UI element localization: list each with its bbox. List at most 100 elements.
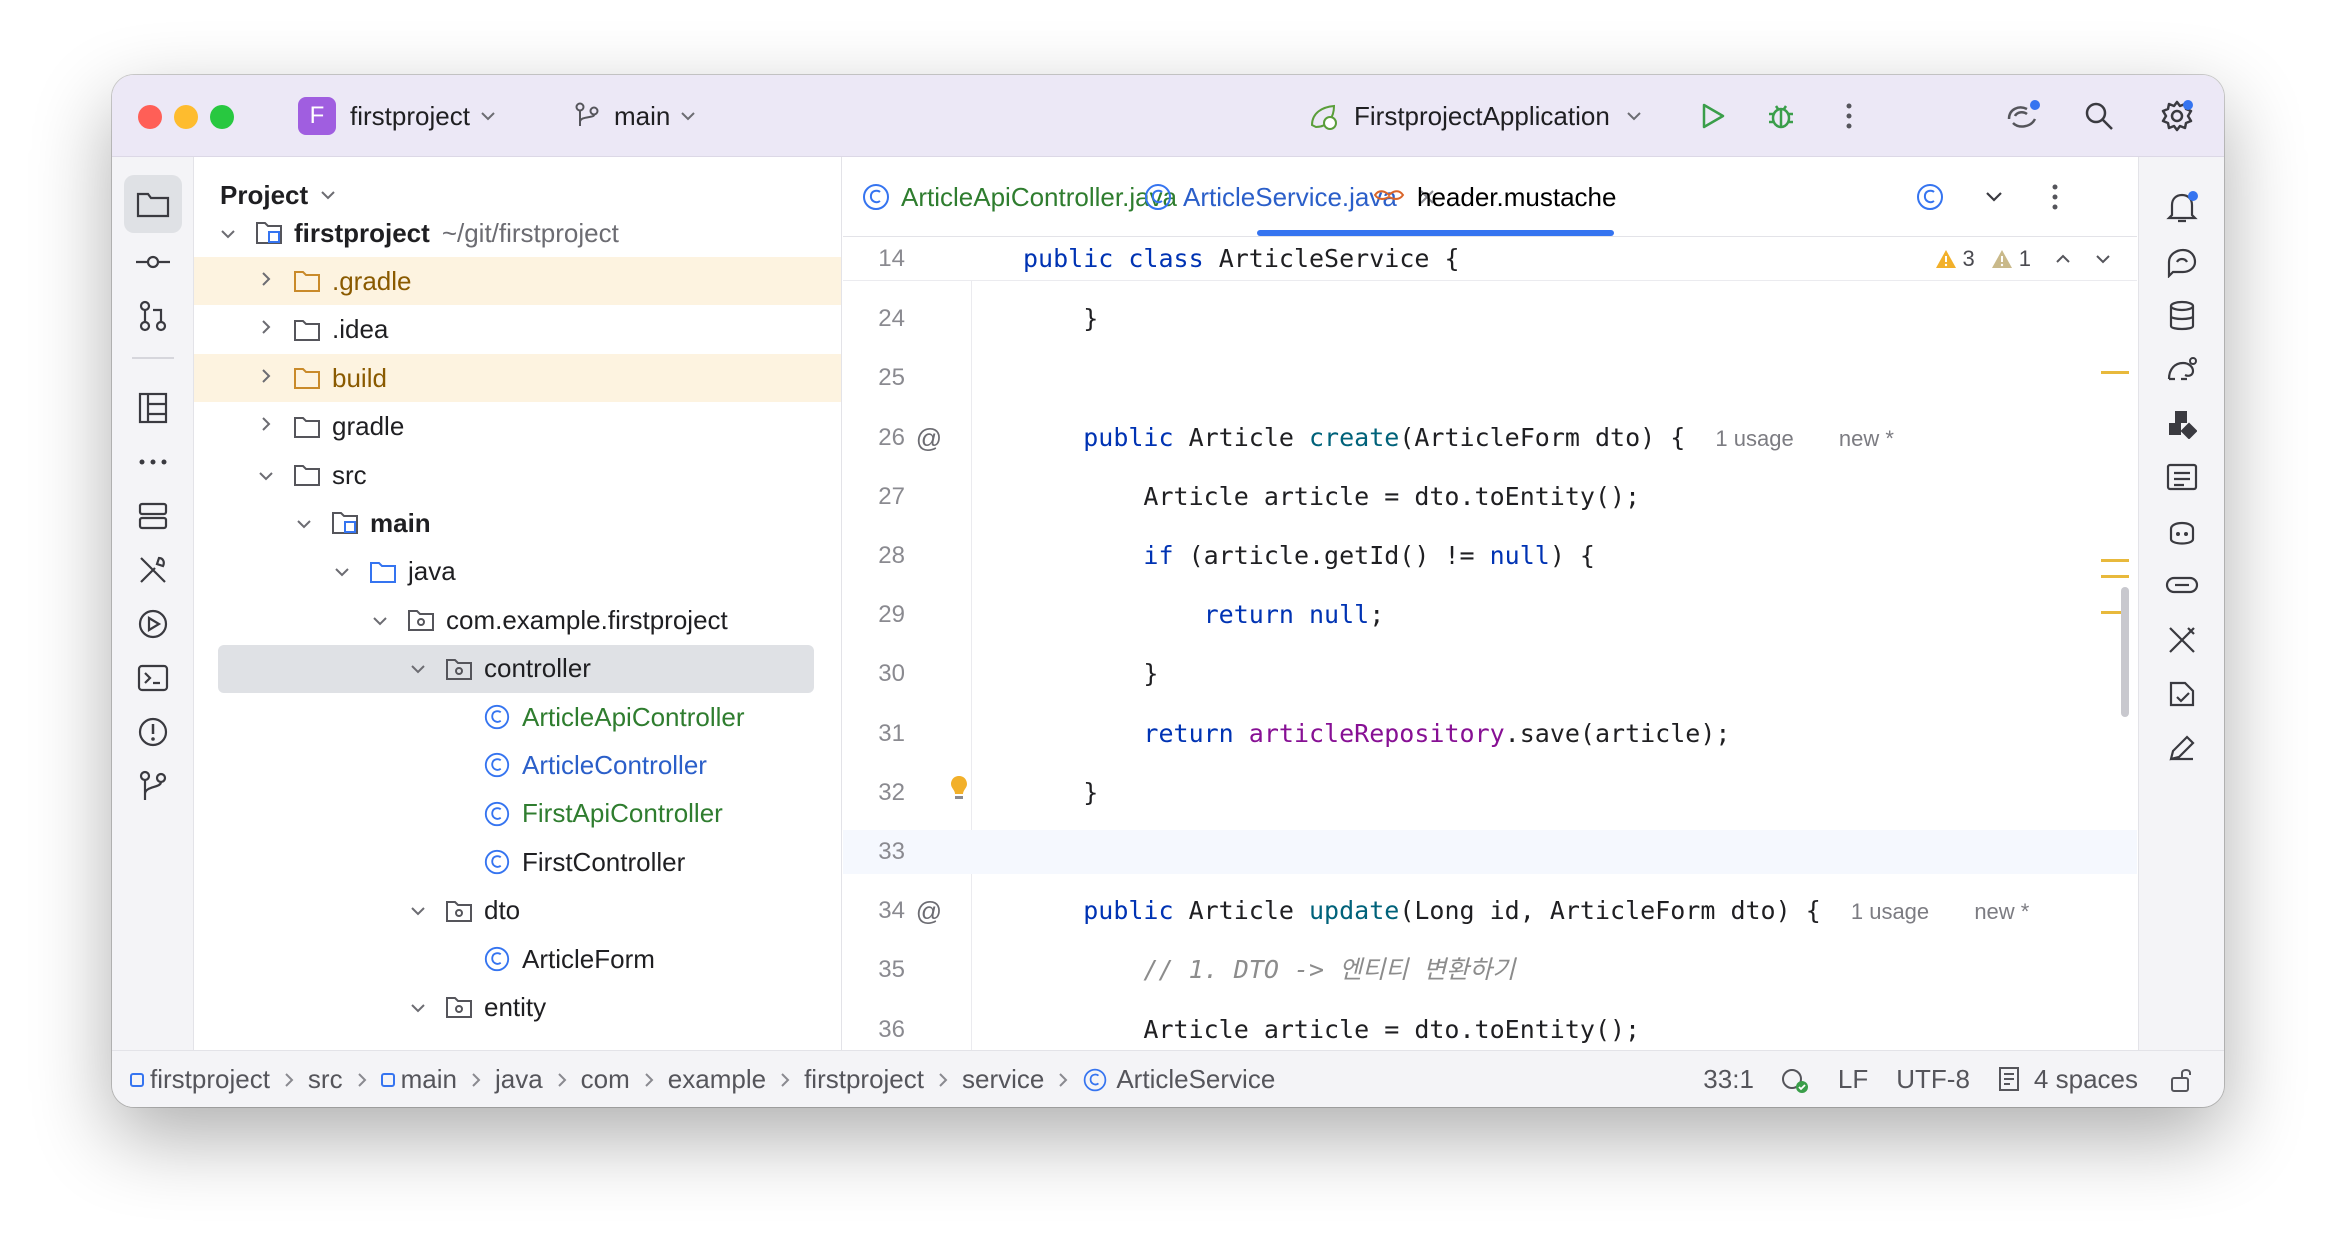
chevron-down-icon[interactable]: [408, 899, 428, 922]
intention-bulb-icon[interactable]: [939, 771, 979, 815]
sticky-line[interactable]: 14 public class ArticleService { 3 1: [843, 237, 2137, 281]
chevron-down-icon[interactable]: [408, 657, 428, 680]
warning-stripe[interactable]: [2101, 575, 2129, 578]
unlock-icon[interactable]: [2170, 1067, 2194, 1093]
maven-icon[interactable]: [2159, 401, 2205, 447]
chevron-right-icon[interactable]: [256, 367, 276, 390]
search-icon[interactable]: [2078, 95, 2120, 137]
tab-header-mustache[interactable]: header.mustache: [1373, 157, 1616, 237]
tree-item-gradle[interactable]: gradle: [194, 403, 841, 451]
close-window-button[interactable]: [138, 105, 162, 129]
minimize-window-button[interactable]: [174, 105, 198, 129]
code-line[interactable]: 36 Article article = dto.toEntity();: [843, 1008, 2137, 1050]
indent-setting[interactable]: 4 spaces: [2034, 1064, 2138, 1095]
tab-articleapicontroller[interactable]: ArticleApiController.java: [861, 157, 1177, 237]
breadcrumb-item[interactable]: src: [308, 1064, 343, 1095]
run-icon[interactable]: [1692, 95, 1734, 137]
tree-item-dto[interactable]: dto: [194, 887, 841, 935]
chevron-right-icon[interactable]: [256, 318, 276, 341]
chevron-down-icon[interactable]: [256, 464, 276, 487]
breadcrumb-item[interactable]: java: [495, 1064, 543, 1095]
problems-icon[interactable]: [124, 703, 182, 761]
ai-assistant-icon[interactable]: [2002, 95, 2044, 137]
breadcrumb-item[interactable]: com: [581, 1064, 630, 1095]
code-line[interactable]: 29 return null;: [843, 593, 2137, 637]
chevron-down-icon[interactable]: [218, 222, 238, 245]
notifications-icon[interactable]: [2159, 185, 2205, 231]
endpoints-icon[interactable]: [2159, 455, 2205, 501]
code-analysis-icon[interactable]: [1780, 1065, 1810, 1095]
code-line[interactable]: 30 }: [843, 652, 2137, 696]
structure-icon[interactable]: [124, 379, 182, 437]
warning-stripe[interactable]: [2101, 371, 2129, 374]
chevron-right-icon[interactable]: [256, 415, 276, 438]
editor-scrollbar[interactable]: [2121, 587, 2129, 717]
tree-item-main[interactable]: main: [194, 499, 841, 547]
zoom-window-button[interactable]: [210, 105, 234, 129]
code-line[interactable]: 32 }: [843, 771, 2137, 815]
breadcrumb-item[interactable]: service: [962, 1064, 1044, 1095]
edit-icon[interactable]: [2159, 725, 2205, 771]
tree-item-com-example-firstproject[interactable]: com.example.firstproject: [194, 596, 841, 644]
services-icon[interactable]: [124, 487, 182, 545]
pull-requests-icon[interactable]: [124, 287, 182, 345]
run-tool-icon[interactable]: [124, 595, 182, 653]
code-line[interactable]: 26 @ public Article create(ArticleForm dt…: [843, 416, 2137, 460]
previous-problem-icon[interactable]: [2055, 254, 2071, 264]
code-line[interactable]: 33: [843, 830, 2137, 874]
file-encoding[interactable]: UTF-8: [1896, 1064, 1970, 1095]
chevron-down-icon[interactable]: [408, 996, 428, 1019]
next-problem-icon[interactable]: [2095, 254, 2111, 264]
chevron-down-icon[interactable]: [370, 609, 390, 632]
breadcrumb-item[interactable]: firstproject: [804, 1064, 924, 1095]
database-icon[interactable]: [2159, 293, 2205, 339]
tree-item-controller[interactable]: controller: [218, 644, 814, 693]
ai-chat-icon[interactable]: [2159, 239, 2205, 285]
gradle-icon[interactable]: [2159, 347, 2205, 393]
chevron-down-icon[interactable]: [294, 512, 314, 535]
code-line[interactable]: 31 return articleRepository.save(article…: [843, 712, 2137, 756]
code-editor[interactable]: 14 public class ArticleService { 3 1 23 …: [843, 237, 2137, 1050]
overrides-gutter-icon[interactable]: @: [909, 889, 949, 933]
tab-more-icon[interactable]: [2051, 157, 2059, 237]
inspection-widget[interactable]: 3 1: [1935, 243, 2112, 275]
line-separator[interactable]: LF: [1838, 1064, 1868, 1095]
coverage-icon[interactable]: [2159, 671, 2205, 717]
commit-tool-icon[interactable]: [124, 233, 182, 291]
tree-item-src[interactable]: src: [194, 451, 841, 499]
tree-item-firstapicontroller[interactable]: FirstApiController: [194, 790, 841, 838]
git-icon[interactable]: [124, 757, 182, 815]
code-line[interactable]: 27 Article article = dto.toEntity();: [843, 475, 2137, 519]
tree-item-firstcontroller[interactable]: FirstController: [194, 838, 841, 886]
terminal-icon[interactable]: [124, 649, 182, 707]
tree-item-java[interactable]: java: [194, 548, 841, 596]
tree-item-articleapicontroller[interactable]: ArticleApiController: [194, 693, 841, 741]
warning-stripe[interactable]: [2101, 559, 2129, 562]
class-icon[interactable]: [1915, 157, 1945, 237]
tree-item-idea[interactable]: .idea: [194, 306, 841, 354]
tree-item-build[interactable]: build: [194, 354, 841, 403]
copilot-icon[interactable]: [2159, 509, 2205, 555]
code-line[interactable]: 35 // 1. DTO -> 엔티티 변환하기: [843, 948, 2137, 992]
overrides-gutter-icon[interactable]: @: [909, 416, 949, 460]
code-line[interactable]: 25: [843, 356, 2137, 400]
tree-item-firstproject[interactable]: firstproject ~/git/firstproject: [194, 209, 841, 257]
tabs-dropdown-icon[interactable]: [1985, 157, 2003, 237]
breadcrumb-item[interactable]: firstproject: [130, 1064, 270, 1095]
tree-item-gradle[interactable]: .gradle: [194, 257, 841, 306]
tree-item-articlecontroller[interactable]: ArticleController: [194, 741, 841, 789]
more-tools-icon[interactable]: [124, 433, 182, 491]
branch-switcher[interactable]: main: [574, 75, 696, 157]
breadcrumb-item[interactable]: main: [380, 1064, 457, 1095]
breadcrumb-item[interactable]: ArticleService: [1082, 1064, 1275, 1095]
cursor-position[interactable]: 33:1: [1703, 1064, 1754, 1095]
settings-icon[interactable]: [2156, 95, 2198, 137]
chevron-right-icon[interactable]: [256, 270, 276, 293]
tools-icon[interactable]: [2159, 617, 2205, 663]
code-line[interactable]: 24 }: [843, 297, 2137, 341]
breadcrumb-item[interactable]: example: [668, 1064, 766, 1095]
tree-item-entity[interactable]: entity: [194, 983, 841, 1031]
chevron-down-icon[interactable]: [332, 560, 352, 583]
project-tool-icon[interactable]: [124, 175, 182, 233]
code-line[interactable]: 34 @ public Article update(Long id, Artic…: [843, 889, 2137, 933]
